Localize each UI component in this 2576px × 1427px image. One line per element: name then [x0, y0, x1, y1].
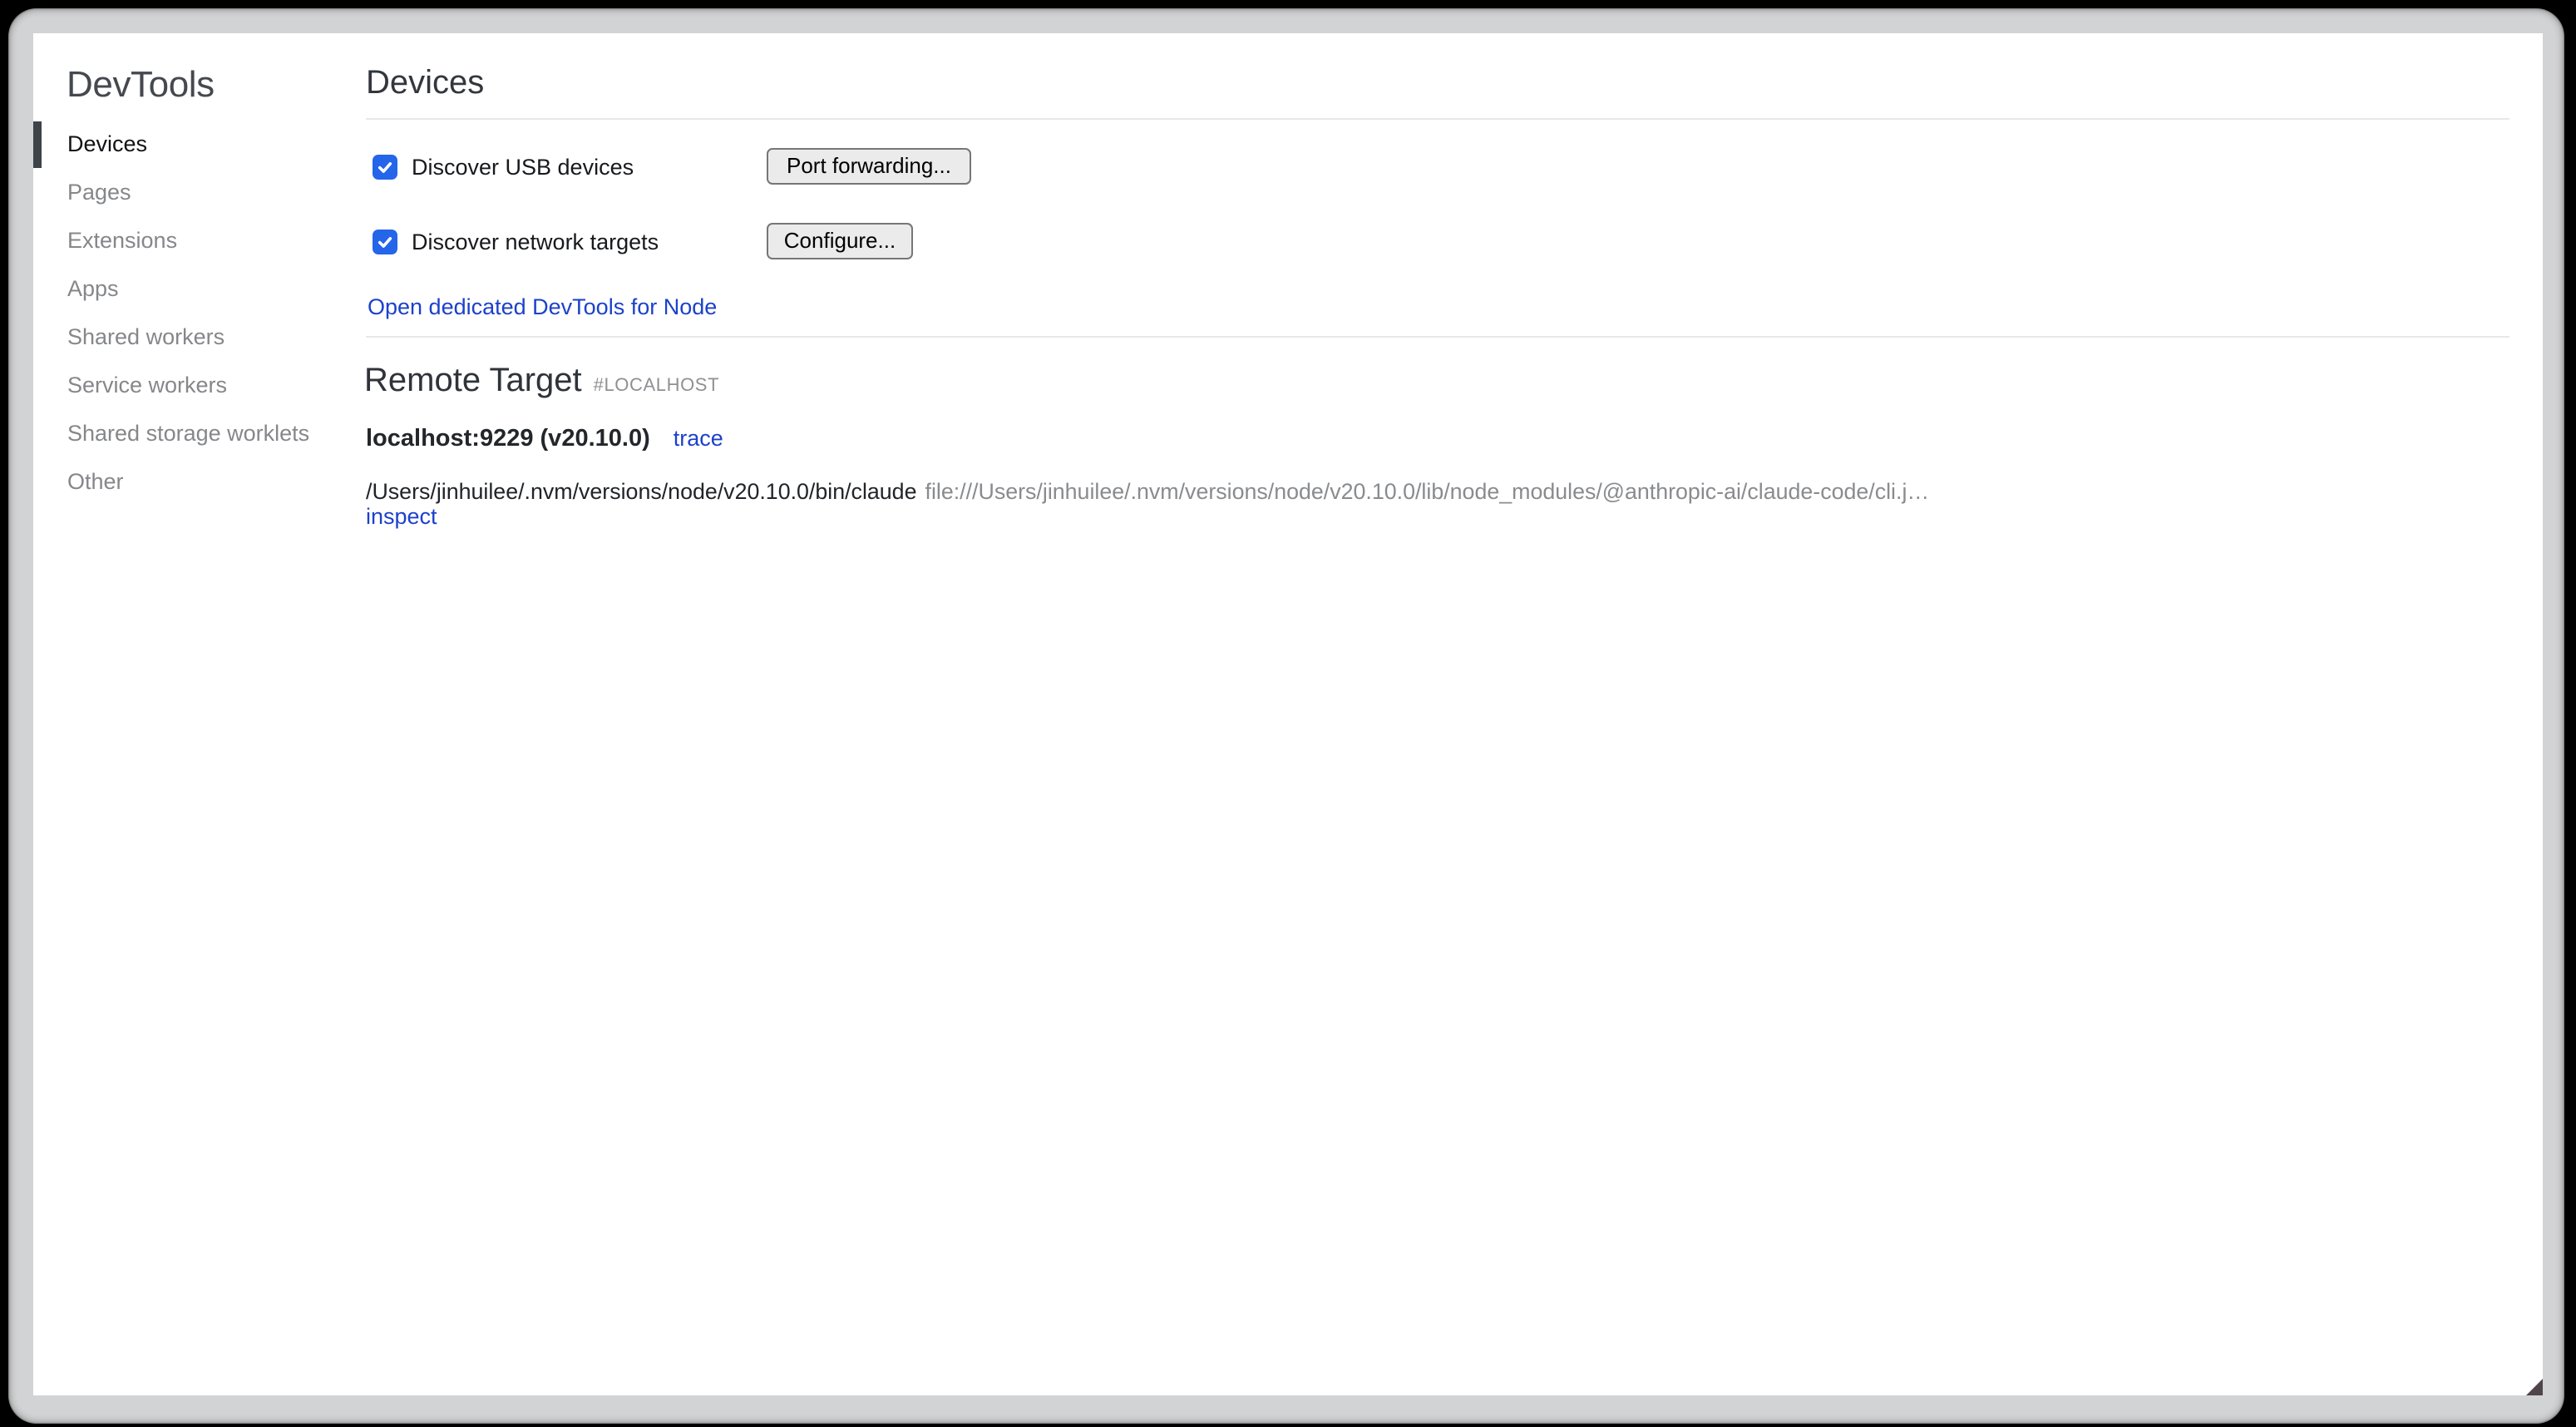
- file-url: file:///Users/jinhuilee/.nvm/versions/no…: [925, 478, 1930, 503]
- discover-usb-label: Discover USB devices: [412, 154, 634, 179]
- sidebar-item-label: Extensions: [67, 228, 177, 253]
- sidebar-item-service-workers[interactable]: Service workers: [33, 361, 364, 409]
- open-node-devtools-link[interactable]: Open dedicated DevTools for Node: [368, 294, 717, 319]
- sidebar-item-label: Devices: [67, 131, 147, 156]
- configure-button[interactable]: Configure...: [767, 222, 913, 259]
- resize-grip-icon[interactable]: [2526, 1378, 2543, 1395]
- sidebar-item-label: Shared storage worklets: [67, 421, 309, 446]
- discover-usb-checkbox[interactable]: [372, 154, 397, 179]
- sidebar-item-label: Apps: [67, 276, 119, 301]
- sidebar-item-label: Shared workers: [67, 324, 225, 349]
- sidebar-title: DevTools: [67, 64, 215, 102]
- trace-link[interactable]: trace: [674, 425, 723, 450]
- checkmark-icon: [375, 157, 393, 175]
- discover-network-label: Discover network targets: [412, 229, 659, 254]
- sidebar-item-label: Other: [67, 469, 124, 494]
- checkmark-icon: [375, 232, 393, 250]
- sidebar-item-extensions[interactable]: Extensions: [33, 216, 364, 264]
- inspect-link[interactable]: inspect: [366, 504, 437, 529]
- screen: DevTools Devices Pages Extensions Apps S…: [0, 0, 2576, 1427]
- selection-indicator: [33, 121, 41, 167]
- sidebar-item-apps[interactable]: Apps: [33, 264, 364, 313]
- sidebar-item-label: Service workers: [67, 373, 227, 397]
- discover-network-checkbox[interactable]: [372, 229, 397, 254]
- sidebar-item-label: Pages: [67, 180, 131, 205]
- page-title: Devices: [366, 65, 484, 101]
- divider: [366, 117, 2509, 119]
- localhost-tag: #LOCALHOST: [594, 375, 720, 395]
- target-path-row: /Users/jinhuilee/.nvm/versions/node/v20.…: [366, 478, 1929, 503]
- target-row: localhost:9229 (v20.10.0) trace: [366, 425, 723, 452]
- discover-usb-row: Discover USB devices: [372, 148, 634, 185]
- page-content: DevTools Devices Pages Extensions Apps S…: [33, 32, 2543, 1395]
- sidebar-item-pages[interactable]: Pages: [33, 168, 364, 216]
- divider: [366, 336, 2509, 338]
- sidebar-item-shared-storage-worklets[interactable]: Shared storage worklets: [33, 409, 364, 457]
- sidebar-item-other[interactable]: Other: [33, 457, 364, 506]
- port-forwarding-button[interactable]: Port forwarding...: [767, 147, 971, 184]
- sidebar: Devices Pages Extensions Apps Shared wor…: [33, 120, 364, 506]
- sidebar-item-devices[interactable]: Devices: [33, 120, 364, 168]
- sidebar-item-shared-workers[interactable]: Shared workers: [33, 313, 364, 361]
- process-path: /Users/jinhuilee/.nvm/versions/node/v20.…: [366, 478, 917, 503]
- target-name: localhost:9229 (v20.10.0): [366, 425, 650, 452]
- discover-network-row: Discover network targets: [372, 223, 659, 259]
- remote-target-header: Remote Target #LOCALHOST: [364, 362, 719, 400]
- remote-target-title: Remote Target: [364, 362, 582, 400]
- app-window: DevTools Devices Pages Extensions Apps S…: [8, 8, 2564, 1424]
